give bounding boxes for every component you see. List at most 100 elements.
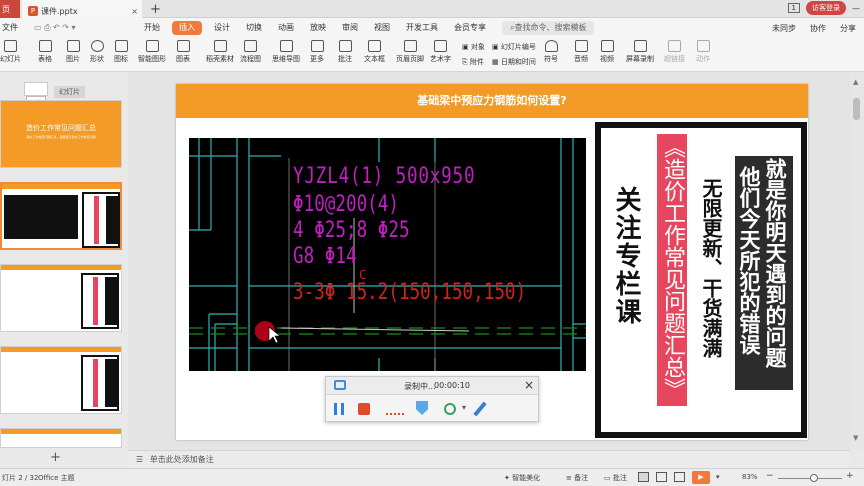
menu-home[interactable]: 开始 xyxy=(136,18,168,38)
stop-button[interactable] xyxy=(358,403,370,415)
screen-record-button[interactable]: 屏幕录制 xyxy=(626,40,654,64)
add-slide-button[interactable]: + xyxy=(50,450,61,465)
tab-outline[interactable] xyxy=(24,82,48,96)
menu-member[interactable]: 会员专享 xyxy=(446,18,494,38)
object-button[interactable]: ▣ 对象 xyxy=(462,42,485,52)
slide-thumbnail-4[interactable] xyxy=(0,346,122,414)
textbox-button[interactable]: 文本框 xyxy=(364,40,385,64)
play-slideshow-button[interactable]: ▶ xyxy=(692,471,710,484)
tb-label: 批注 xyxy=(338,55,352,63)
search-placeholder: 查找命令、搜索模板 xyxy=(514,23,587,32)
menu-insert[interactable]: 插入 xyxy=(172,21,202,35)
cad-text-3: 4 Φ25;8 Φ25 xyxy=(293,218,410,243)
hyperlink-button[interactable]: 超链接 xyxy=(664,40,685,64)
highlighter-icon[interactable] xyxy=(416,401,428,415)
menu-transition[interactable]: 切换 xyxy=(238,18,270,38)
slide-counter: 灯片 2 / 32 xyxy=(2,474,39,482)
tb-label: 流程图 xyxy=(240,55,261,63)
file-menu[interactable]: 文件 xyxy=(0,18,26,38)
command-search-input[interactable]: ⌕查找命令、搜索模板 xyxy=(502,21,595,35)
smartart-button[interactable]: 智能图形 xyxy=(138,40,166,64)
minimize-icon[interactable]: — xyxy=(852,4,860,13)
quick-access-icons[interactable]: ▭ ⎙ ↶ ↷ ▾ xyxy=(26,18,136,38)
thumb1-bg xyxy=(1,101,121,167)
column-title-text: 关注专栏课 xyxy=(611,186,641,326)
home-tab[interactable]: 页 xyxy=(0,0,20,18)
attachment-button[interactable]: ⎘ 附件 xyxy=(462,57,484,67)
zoom-in-button[interactable]: + xyxy=(846,471,854,481)
close-tab-icon[interactable]: × xyxy=(131,7,138,16)
tb-label: 附件 xyxy=(469,58,484,66)
window-count-badge[interactable]: 1 xyxy=(787,3,800,13)
notes-area[interactable]: ☰ 单击此处添加备注 xyxy=(128,450,850,468)
flowchart-button[interactable]: 流程图 xyxy=(240,40,261,64)
tagline-text: 无限更新、干货满满 xyxy=(699,178,723,358)
share-button[interactable]: 分享 xyxy=(840,23,856,34)
new-slide-button[interactable]: 幻灯片 xyxy=(0,40,21,64)
new-tab-button[interactable]: + xyxy=(150,2,161,17)
collaborate-button[interactable]: 协作 xyxy=(810,23,826,34)
file-tab[interactable]: P 课件.pptx × xyxy=(22,0,142,18)
grid-view-icon[interactable] xyxy=(656,472,667,482)
reading-view-icon[interactable] xyxy=(674,472,685,482)
menu-review[interactable]: 审阅 xyxy=(334,18,366,38)
table-button[interactable]: 表格 xyxy=(38,40,52,64)
comment-button[interactable]: 批注 xyxy=(338,40,352,64)
docer-material-button[interactable]: 稻壳素材 xyxy=(206,40,234,64)
notes-toggle-button[interactable]: ≡ 备注 xyxy=(566,473,588,483)
slide-thumbnail-2[interactable] xyxy=(0,182,122,250)
zoom-dropdown[interactable]: ▾ xyxy=(716,473,720,481)
video-button[interactable]: 视频 xyxy=(600,40,614,64)
mindmap-button[interactable]: 思维导图 xyxy=(272,40,300,64)
header-footer-button[interactable]: 页眉页脚 xyxy=(396,40,424,64)
zoom-out-button[interactable]: − xyxy=(766,471,774,481)
menu-view[interactable]: 视图 xyxy=(366,18,398,38)
thumb1-subtitle: 造价工作常见问题汇总，温馨提示造价工作常见问题 xyxy=(26,135,96,139)
table-icon xyxy=(38,40,52,52)
recorder-close-icon[interactable]: × xyxy=(524,378,534,392)
slide-thumbnail-3[interactable] xyxy=(0,264,122,332)
shape-button[interactable]: 形状 xyxy=(90,40,104,64)
menu-design[interactable]: 设计 xyxy=(206,18,238,38)
symbol-button[interactable]: 符号 xyxy=(544,40,558,64)
recorder-status: 录制中... xyxy=(404,382,436,391)
thumb-banner xyxy=(2,184,120,189)
sync-status[interactable]: 未同步 xyxy=(772,23,796,34)
menu-animation[interactable]: 动画 xyxy=(270,18,302,38)
scroll-down-icon[interactable]: ▼ xyxy=(853,434,858,442)
scrollbar-thumb[interactable] xyxy=(853,98,860,120)
wordart-button[interactable]: 艺术字 xyxy=(430,40,451,64)
thumb-dark-col xyxy=(105,277,117,325)
icon-button[interactable]: 图标 xyxy=(114,40,128,64)
slide-thumbnail-1[interactable]: 造价工作常见问题汇总 造价工作常见问题汇总，温馨提示造价工作常见问题 xyxy=(0,100,122,168)
normal-view-icon[interactable] xyxy=(638,472,649,482)
tb-label: 稻壳素材 xyxy=(206,55,234,63)
tab-slides[interactable]: 幻灯片 xyxy=(54,86,85,98)
picture-button[interactable]: 图片 xyxy=(66,40,80,64)
zoom-slider-handle[interactable] xyxy=(810,474,818,482)
textbox-icon xyxy=(368,40,381,52)
vertical-scrollbar[interactable]: ▲ ▼ xyxy=(850,72,864,450)
pen-icon[interactable] xyxy=(473,401,487,417)
menu-bar: 文件 ▭ ⎙ ↶ ↷ ▾ 开始 插入 设计 切换 动画 放映 审阅 视图 开发工… xyxy=(0,18,864,38)
smart-beautify-button[interactable]: ✦ 智能美化 xyxy=(504,473,540,483)
tb-label: 幻灯片 xyxy=(0,55,21,63)
pause-button[interactable] xyxy=(334,403,344,415)
audio-button[interactable]: 音频 xyxy=(574,40,588,64)
date-time-button[interactable]: ▦ 日期和时间 xyxy=(492,57,536,67)
zoom-dropdown-icon[interactable]: ▾ xyxy=(462,403,466,412)
more-button[interactable]: 更多 xyxy=(310,40,324,64)
visitor-login-button[interactable]: 访客登录 xyxy=(806,1,846,15)
flowchart-icon xyxy=(244,40,257,52)
scroll-up-icon[interactable]: ▲ xyxy=(853,78,858,86)
zoom-icon[interactable] xyxy=(444,403,456,415)
slide-number-button[interactable]: ▣ 幻灯片编号 xyxy=(492,42,536,52)
action-button[interactable]: 动作 xyxy=(696,40,710,64)
chart-button[interactable]: 图表 xyxy=(176,40,190,64)
slide-thumbnail-5[interactable] xyxy=(0,428,122,448)
menu-slideshow[interactable]: 放映 xyxy=(302,18,334,38)
pen-width-icon[interactable] xyxy=(386,413,404,415)
comment-toggle-button[interactable]: ▭ 批注 xyxy=(604,473,627,483)
thumb-dark-col xyxy=(106,196,118,244)
menu-developer[interactable]: 开发工具 xyxy=(398,18,446,38)
